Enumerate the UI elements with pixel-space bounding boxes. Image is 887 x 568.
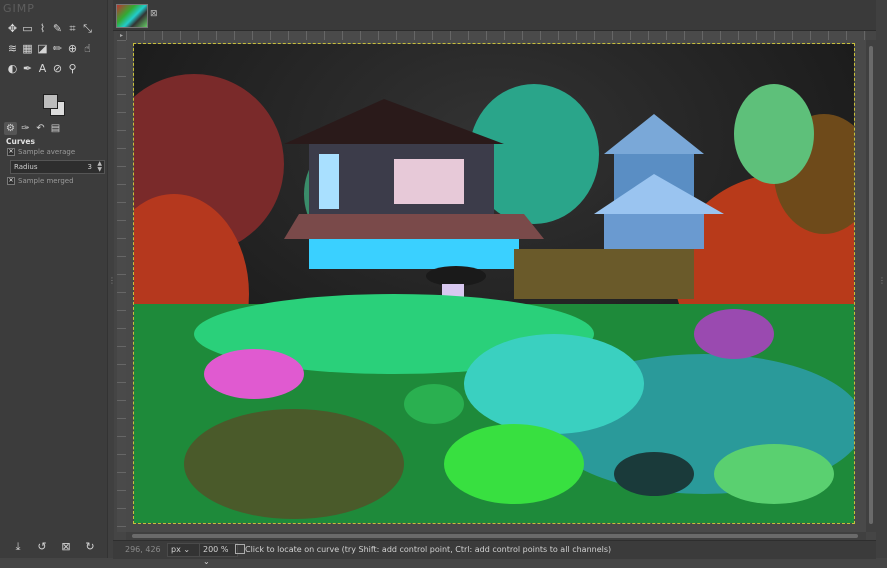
rect-select-icon[interactable]: ▭: [21, 22, 34, 35]
paintbrush-icon[interactable]: ✏: [51, 42, 64, 55]
text-icon[interactable]: A: [36, 62, 49, 75]
image-tab-thumbnail[interactable]: [116, 4, 148, 28]
transform-icon[interactable]: ⤡: [81, 22, 94, 35]
sample-average-checkbox[interactable]: ✕: [7, 148, 15, 156]
restore-options-icon[interactable]: ↺: [36, 540, 48, 554]
path-icon[interactable]: ✒: [21, 62, 34, 75]
clone-icon[interactable]: ⊕: [66, 42, 79, 55]
sample-merged-option[interactable]: ✕ Sample merged: [7, 177, 74, 185]
images-tab-icon[interactable]: ▤: [49, 122, 62, 135]
status-bar: 296, 426 px ⌄ 200 % ⌄ Click to locate on…: [113, 540, 876, 566]
curves-icon: [235, 544, 245, 554]
crop-icon[interactable]: ⌗: [66, 22, 79, 35]
smudge-icon[interactable]: ☝: [81, 42, 94, 55]
image-tab-bar: [113, 0, 876, 31]
tool-options-title: Curves: [6, 137, 35, 146]
reset-options-icon[interactable]: ↻: [84, 540, 96, 554]
lasso-icon[interactable]: ⌇: [36, 22, 49, 35]
sample-merged-label: Sample merged: [18, 177, 74, 185]
radius-label: Radius: [14, 163, 38, 171]
fuzzy-select-icon[interactable]: ✎: [51, 22, 64, 35]
move-tool-icon[interactable]: ✥: [6, 22, 19, 35]
unit-select[interactable]: px ⌄: [167, 543, 200, 557]
dodge-icon[interactable]: ◐: [6, 62, 19, 75]
gimp-logo: GIMP: [3, 2, 35, 15]
inverted-garden-image: [134, 44, 854, 523]
cage-icon[interactable]: ▦: [21, 42, 34, 55]
left-dock: GIMP ✥ ▭ ⌇ ✎ ⌗ ⤡ ≋ ▦ ◪ ✏ ⊕ ☝ ◐ ✒ A ⊘ ⚲ ⚙ ✑ ↶ ▤ Curves ✕ Samp…: [0, 0, 107, 558]
pointer-coordinates: 296, 426: [125, 545, 161, 554]
sample-average-option[interactable]: ✕ Sample average: [7, 148, 75, 156]
delete-options-icon[interactable]: ⊠: [60, 540, 72, 554]
quick-mask-icon[interactable]: ▸: [117, 31, 126, 40]
tool-options-tab-icon[interactable]: ⚙: [4, 122, 17, 135]
bucket-fill-icon[interactable]: ◪: [36, 42, 49, 55]
radius-value[interactable]: 3: [88, 161, 92, 173]
vertical-scroll-thumb[interactable]: [869, 46, 873, 524]
zoom-value: 200 %: [203, 545, 229, 554]
horizontal-scroll-thumb[interactable]: [132, 534, 858, 538]
drag-handle-icon: ⋮: [108, 276, 116, 285]
color-swatches[interactable]: [43, 94, 67, 116]
dock-tab-strip: ⚙ ✑ ↶ ▤: [4, 122, 104, 136]
zoom-select[interactable]: 200 % ⌄: [199, 543, 238, 566]
radius-spinbox[interactable]: Radius 3 ▲ ▼: [10, 160, 105, 174]
image-canvas[interactable]: [133, 43, 855, 524]
vertical-scrollbar[interactable]: [866, 40, 876, 532]
zoom-icon[interactable]: ⚲: [66, 62, 79, 75]
horizontal-scrollbar[interactable]: [126, 532, 866, 540]
color-picker-icon[interactable]: ⊘: [51, 62, 64, 75]
sample-average-label: Sample average: [18, 148, 76, 156]
unit-value: px: [171, 545, 181, 554]
drag-handle-icon: ⋮: [878, 276, 886, 285]
dock-bottom-buttons: ⤓ ↺ ⊠ ↻: [0, 540, 107, 556]
save-options-icon[interactable]: ⤓: [12, 540, 24, 554]
sample-merged-checkbox[interactable]: ✕: [7, 177, 15, 185]
close-icon[interactable]: ⊠: [150, 9, 158, 19]
undo-history-tab-icon[interactable]: ↶: [34, 122, 47, 135]
warp-icon[interactable]: ≋: [6, 42, 19, 55]
status-message: Click to locate on curve (try Shift: add…: [245, 545, 612, 554]
device-status-tab-icon[interactable]: ✑: [19, 122, 32, 135]
foreground-color-swatch[interactable]: [43, 94, 58, 109]
spin-arrows-icon[interactable]: ▲ ▼: [97, 161, 102, 173]
